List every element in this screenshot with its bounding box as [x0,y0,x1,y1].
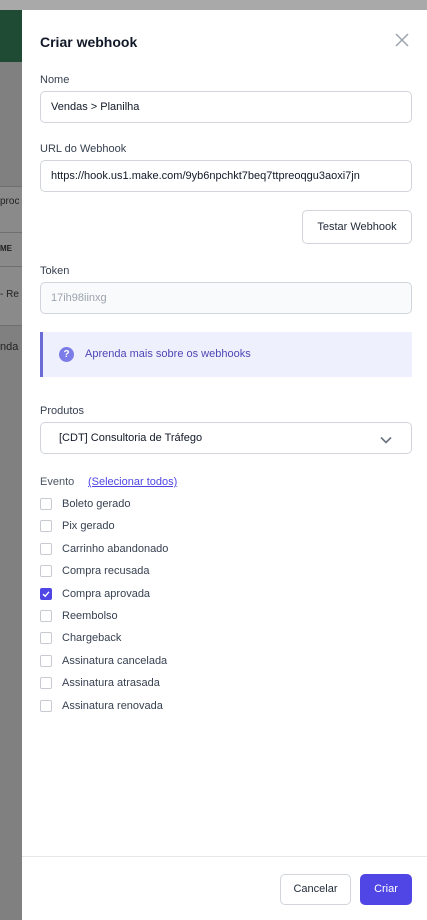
event-checkbox-label: Boleto gerado [62,498,131,510]
event-checkbox-label: Compra aprovada [62,587,151,600]
background-text: ME [0,244,12,253]
background-topbar [0,0,427,10]
close-button[interactable] [394,32,410,48]
checkbox[interactable] [40,699,52,712]
event-checkbox-row[interactable]: Assinatura renovada [40,698,163,714]
event-checkbox-label: Assinatura cancelada [62,654,168,667]
background-divider [0,325,22,326]
check-icon [42,590,50,597]
events-label: Evento [40,476,75,488]
event-checkbox-row[interactable]: Compra aprovada [40,586,150,602]
event-checkbox-row[interactable]: Assinatura atrasada [40,675,160,691]
checkbox[interactable] [40,610,52,622]
webhook-url-input[interactable]: https://hook.us1.make.com/9yb6npchkt7beq… [40,160,412,192]
question-icon: ? [59,347,74,362]
background-text: nda [0,341,19,353]
products-label: Produtos [40,405,85,417]
event-checkbox-row[interactable]: Pix gerado [40,518,115,534]
webhook-info-box: ? Aprenda mais sobre os webhooks [40,332,412,377]
name-label: Nome [40,74,70,86]
event-checkbox-row[interactable]: Reembolso [40,608,118,624]
webhook-info-link[interactable]: Aprenda mais sobre os webhooks [85,348,251,360]
event-checkbox-label: Chargeback [62,632,122,645]
create-webhook-drawer: Criar webhook Nome Vendas > Planilha URL… [22,10,427,920]
select-all-link[interactable]: (Selecionar todos) [88,476,177,488]
footer-divider [22,856,427,857]
event-checkbox-row[interactable]: Chargeback [40,630,121,646]
checkbox[interactable] [40,542,52,555]
checkbox[interactable] [40,654,52,667]
event-checkbox-row[interactable]: Boleto gerado [40,496,131,512]
token-field: 17ih98iinxg [40,282,412,314]
create-button[interactable]: Criar [360,874,412,905]
background-text: - Re [0,289,19,300]
checkbox[interactable] [40,632,52,645]
event-checkbox-row[interactable]: Compra recusada [40,563,149,579]
test-webhook-button[interactable]: Testar Webhook [302,210,412,244]
background-table [0,186,22,326]
background-text: proc [0,196,20,207]
event-checkbox-label: Assinatura atrasada [62,677,160,690]
background-header-block [0,10,22,62]
products-selected-value: [CDT] Consultoria de Tráfego [59,432,203,444]
event-checkbox-label: Pix gerado [62,520,115,533]
checkbox[interactable] [40,520,52,533]
event-checkbox-label: Assinatura renovada [62,699,163,712]
event-checkbox-row[interactable]: Carrinho abandonado [40,541,168,557]
event-checkbox-row[interactable]: Assinatura cancelada [40,653,167,669]
event-checkbox-label: Compra recusada [62,565,150,578]
close-icon[interactable] [394,32,410,48]
background-divider [0,232,22,233]
event-checkbox-label: Carrinho abandonado [62,542,169,555]
background-divider [0,266,22,267]
event-checkbox-label: Reembolso [62,610,118,622]
token-label: Token [40,265,70,277]
cancel-button[interactable]: Cancelar [280,874,351,905]
name-input[interactable]: Vendas > Planilha [40,91,412,123]
checkbox[interactable] [40,677,52,690]
checkbox[interactable] [40,498,52,510]
checkbox-checked[interactable] [40,587,52,600]
checkbox[interactable] [40,565,52,578]
chevron-down-icon [379,433,393,447]
drawer-title: Criar webhook [40,34,138,50]
webhook-url-label: URL do Webhook [40,143,127,155]
products-select[interactable]: [CDT] Consultoria de Tráfego [40,422,412,454]
